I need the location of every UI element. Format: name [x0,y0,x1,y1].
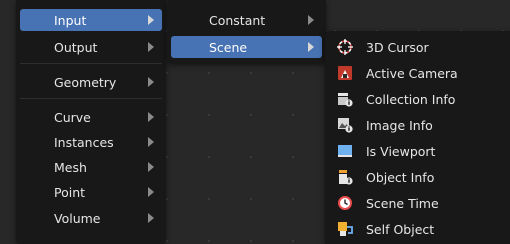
menu-item-label: Self Object [366,221,435,237]
submenu-arrow-icon [148,137,154,147]
menu-item-label: Scene [209,39,248,55]
menu-item-instances[interactable]: Instances [20,131,162,153]
menu-item-label: Geometry [54,74,117,90]
submenu-arrow-icon [148,187,154,197]
input-submenu: Constant Scene [167,0,326,63]
menu-item-constant[interactable]: Constant [171,9,322,31]
menu-item-label: Object Info [366,169,435,185]
menu-separator [20,63,162,64]
submenu-arrow-icon [148,162,154,172]
menu-item-label: Active Camera [366,65,458,81]
menu-item-label: Constant [209,12,266,28]
menu-item-volume[interactable]: Volume [20,207,162,229]
submenu-arrow-icon [148,77,154,87]
menu-item-output[interactable]: Output [20,36,162,58]
image-info-icon [338,118,353,133]
menu-item-label: Volume [54,210,101,226]
menu-item-label: Is Viewport [366,143,436,159]
camera-icon [338,66,352,80]
submenu-arrow-icon [148,42,154,52]
menu-item-mesh[interactable]: Mesh [20,156,162,178]
menu-item-geometry[interactable]: Geometry [20,71,162,93]
menu-item-image-info[interactable]: Image Info [329,113,506,137]
menu-item-label: Instances [54,134,114,150]
menu-item-label: Curve [54,109,91,125]
menu-item-active-camera[interactable]: Active Camera [329,61,506,85]
viewport-icon [338,145,352,157]
menu-item-curve[interactable]: Curve [20,106,162,128]
menu-item-label: Scene Time [366,195,439,211]
menu-item-label: 3D Cursor [366,39,429,55]
cursor-icon [337,39,353,55]
menu-separator [20,98,162,99]
menu-item-input[interactable]: Input [20,9,162,31]
scene-submenu: 3D Cursor Active Camera Collection Info … [325,31,510,244]
menu-item-label: Output [54,39,98,55]
menu-item-label: Input [54,12,87,28]
submenu-arrow-icon [148,112,154,122]
menu-item-3d-cursor[interactable]: 3D Cursor [329,35,506,59]
menu-item-label: Image Info [366,117,433,133]
menu-item-label: Mesh [54,159,87,175]
submenu-arrow-icon [308,42,314,52]
menu-item-is-viewport[interactable]: Is Viewport [329,139,506,163]
collection-info-icon [338,93,353,107]
menu-item-label: Point [54,184,86,200]
submenu-arrow-icon [148,15,154,25]
menu-item-object-info[interactable]: Object Info [329,165,506,189]
clock-icon [338,196,352,210]
menu-item-collection-info[interactable]: Collection Info [329,87,506,111]
add-menu: Input Output Geometry Curve Instances Me… [16,0,166,244]
menu-item-label: Collection Info [366,91,456,107]
submenu-arrow-icon [308,15,314,25]
menu-item-point[interactable]: Point [20,181,162,203]
menu-item-self-object[interactable]: Self Object [329,217,506,241]
object-info-icon [339,170,353,185]
self-object-icon [338,222,353,236]
submenu-arrow-icon [148,213,154,223]
menu-item-scene-time[interactable]: Scene Time [329,191,506,215]
menu-item-scene[interactable]: Scene [171,36,322,58]
